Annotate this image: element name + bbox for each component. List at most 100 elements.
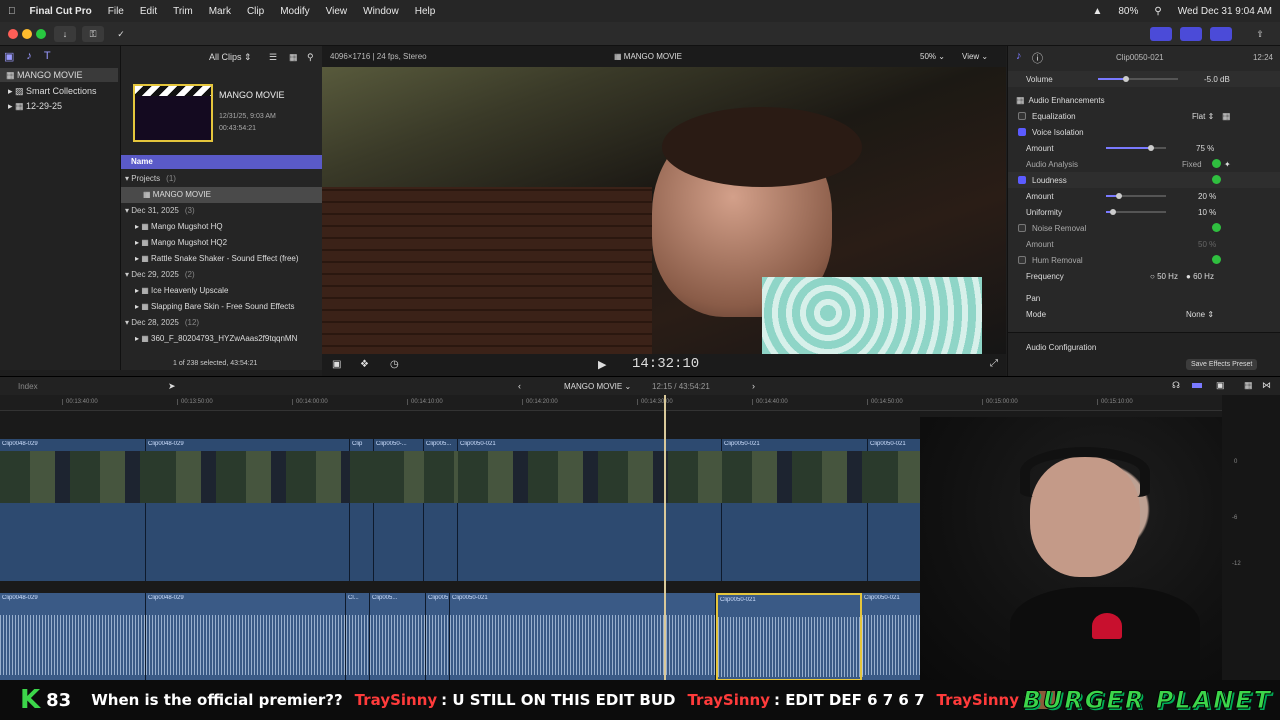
menu-help[interactable]: Help bbox=[407, 6, 444, 17]
timeline-ruler[interactable]: 00:13:40:00 00:13:50:00 00:14:00:00 00:14:1… bbox=[0, 395, 1222, 411]
share-icon[interactable]: ⇧ bbox=[1252, 26, 1268, 42]
audio-clip[interactable]: Clip0050-021 bbox=[450, 593, 716, 681]
crop-icon[interactable]: ▣ bbox=[332, 359, 341, 370]
uniformity-slider[interactable] bbox=[1106, 209, 1166, 215]
eq-dropdown[interactable]: Flat ⇕ bbox=[1192, 112, 1214, 121]
zoom-window-button[interactable] bbox=[36, 29, 46, 39]
effects-browser-icon[interactable]: ▦ bbox=[1244, 380, 1253, 391]
video-clip[interactable]: Clip005... bbox=[424, 439, 458, 581]
search-icon[interactable]: ⚲ bbox=[307, 52, 314, 63]
smart-collections-item[interactable]: ▸ ▨ Smart Collections bbox=[8, 84, 97, 98]
key-icon[interactable]: ⚿ bbox=[82, 26, 104, 42]
playhead[interactable] bbox=[664, 395, 666, 681]
browser-group-header[interactable]: ▾ Dec 31, 2025 (3) bbox=[125, 203, 321, 219]
audio-clip[interactable]: Cl... bbox=[346, 593, 370, 681]
zoom-dropdown[interactable]: 50% ⌄ bbox=[920, 52, 945, 61]
audio-clip[interactable]: Clip005... bbox=[370, 593, 426, 681]
video-clip[interactable]: Clip0050-021 bbox=[458, 439, 722, 581]
audio-enhancements-header[interactable]: ▦ Audio Enhancements bbox=[1008, 92, 1280, 108]
index-button[interactable]: Index bbox=[18, 382, 38, 391]
browser-item[interactable]: ▸ ▦ Ice Heavenly Upscale bbox=[121, 283, 323, 299]
hum-removal-checkbox[interactable] bbox=[1018, 256, 1026, 264]
play-icon[interactable]: ▶ bbox=[598, 358, 606, 371]
volume-slider[interactable] bbox=[1098, 76, 1178, 82]
equalization-checkbox[interactable] bbox=[1018, 112, 1026, 120]
skimming-icon[interactable] bbox=[1192, 383, 1202, 388]
browser-group-header[interactable]: ▾ Dec 29, 2025 (2) bbox=[125, 267, 321, 283]
battery-percent[interactable]: 80% bbox=[1110, 6, 1146, 17]
voice-isolation-checkbox[interactable] bbox=[1018, 128, 1026, 136]
browser-item[interactable]: ▦ MANGO MOVIE bbox=[121, 187, 323, 203]
transitions-icon[interactable]: ⋈ bbox=[1262, 380, 1271, 391]
browser-item[interactable]: ▸ ▦ Slapping Bare Skin - Free Sound Effe… bbox=[121, 299, 323, 315]
browser-item[interactable]: ▸ ▦ Mango Mugshot HQ bbox=[121, 219, 323, 235]
browser-item[interactable]: ▸ ▦ Rattle Snake Shaker - Sound Effect (… bbox=[121, 251, 323, 267]
layout-browser-icon[interactable] bbox=[1150, 27, 1172, 41]
vi-amount-slider[interactable] bbox=[1106, 145, 1166, 151]
menu-edit[interactable]: Edit bbox=[132, 6, 165, 17]
project-thumbnail[interactable] bbox=[133, 84, 213, 142]
video-clip[interactable]: Clip0048-029 bbox=[0, 439, 146, 581]
menu-view[interactable]: View bbox=[318, 6, 356, 17]
menu-modify[interactable]: Modify bbox=[272, 6, 317, 17]
freq-50-radio[interactable]: ○ 50 Hz bbox=[1150, 272, 1178, 281]
loudness-checkbox[interactable] bbox=[1018, 176, 1026, 184]
name-column-header[interactable]: Name bbox=[121, 155, 323, 169]
menu-clip[interactable]: Clip bbox=[239, 6, 272, 17]
browser-group-header[interactable]: ▾ Projects (1) bbox=[125, 171, 321, 187]
import-icon[interactable]: ↓ bbox=[54, 26, 76, 42]
video-clip[interactable]: Clip0050-021 bbox=[722, 439, 868, 581]
menu-mark[interactable]: Mark bbox=[201, 6, 239, 17]
check-icon[interactable]: ✓ bbox=[112, 26, 130, 42]
menu-app-name[interactable]: Final Cut Pro bbox=[24, 6, 100, 17]
menu-trim[interactable]: Trim bbox=[165, 6, 201, 17]
speed-icon[interactable]: ◷ bbox=[390, 359, 399, 370]
audio-configuration-label[interactable]: Audio Configuration bbox=[1026, 343, 1096, 352]
freq-60-radio[interactable]: ● 60 Hz bbox=[1186, 272, 1214, 281]
browser-item[interactable]: ▸ ▦ Mango Mugshot HQ2 bbox=[121, 235, 323, 251]
list-view-icon[interactable]: ☰ bbox=[269, 52, 277, 63]
menu-file[interactable]: File bbox=[100, 6, 132, 17]
pan-header[interactable]: Pan bbox=[1008, 290, 1280, 306]
view-dropdown[interactable]: View ⌄ bbox=[962, 52, 988, 61]
audio-clip[interactable]: Clip005... bbox=[426, 593, 450, 681]
select-tool-icon[interactable]: ➤ bbox=[168, 381, 176, 392]
library-item[interactable]: ▦ MANGO MOVIE bbox=[0, 68, 118, 82]
video-clip[interactable]: Clip0048-029 bbox=[146, 439, 350, 581]
layout-timeline-icon[interactable] bbox=[1180, 27, 1202, 41]
browser-item[interactable]: ▸ ▦ 360_F_80204793_HYZwAaas2f9tqqnMN bbox=[121, 331, 323, 347]
viewer-timecode[interactable]: 14:32:10 bbox=[632, 356, 699, 372]
apple-icon[interactable]:  bbox=[0, 6, 24, 17]
titles-icon[interactable]: T bbox=[44, 50, 51, 64]
forward-arrow-icon[interactable]: › bbox=[752, 381, 755, 391]
noise-removal-checkbox[interactable] bbox=[1018, 224, 1026, 232]
audio-clip[interactable]: Clip0048-029 bbox=[146, 593, 346, 681]
minimize-window-button[interactable] bbox=[22, 29, 32, 39]
filmstrip-icon[interactable]: ▦ bbox=[289, 52, 298, 63]
clip-filter-dropdown[interactable]: All Clips ⇕ bbox=[209, 52, 252, 63]
magic-wand-icon[interactable]: ✦ bbox=[1224, 160, 1231, 169]
menu-window[interactable]: Window bbox=[355, 6, 407, 17]
event-item[interactable]: ▸ ▦ 12-29-25 bbox=[8, 99, 62, 113]
audio-clip[interactable]: Clip0050-021 bbox=[716, 593, 864, 681]
libraries-icon[interactable]: ▣ bbox=[4, 50, 14, 64]
browser-group-header[interactable]: ▾ Dec 28, 2025 (12) bbox=[125, 315, 321, 331]
project-dropdown[interactable]: MANGO MOVIE ⌄ bbox=[564, 382, 631, 391]
loudness-amount-slider[interactable] bbox=[1106, 193, 1166, 199]
layout-inspector-icon[interactable] bbox=[1210, 27, 1232, 41]
pan-mode-dropdown[interactable]: None ⇕ bbox=[1186, 310, 1214, 319]
info-icon[interactable]: ⓘ bbox=[1032, 50, 1043, 66]
wifi-icon[interactable]: ▲ bbox=[1084, 6, 1110, 17]
save-effects-preset-button[interactable]: Save Effects Preset bbox=[1186, 359, 1258, 370]
audio-clip[interactable]: Clip0048-029 bbox=[0, 593, 146, 681]
fullscreen-icon[interactable]: ⤢ bbox=[990, 358, 998, 369]
back-arrow-icon[interactable]: ‹ bbox=[518, 381, 521, 391]
video-clip[interactable]: Clip0050-... bbox=[374, 439, 424, 581]
headphones-icon[interactable]: ☊ bbox=[1172, 380, 1180, 391]
eq-graph-icon[interactable]: ▦ bbox=[1222, 111, 1231, 122]
video-frame[interactable] bbox=[322, 67, 1006, 354]
transform-icon[interactable]: ❖ bbox=[360, 359, 369, 370]
clock[interactable]: Wed Dec 31 9:04 AM bbox=[1170, 6, 1280, 17]
video-clip[interactable]: Clip bbox=[350, 439, 374, 581]
clip-appearance-icon[interactable]: ▣ bbox=[1216, 380, 1225, 391]
